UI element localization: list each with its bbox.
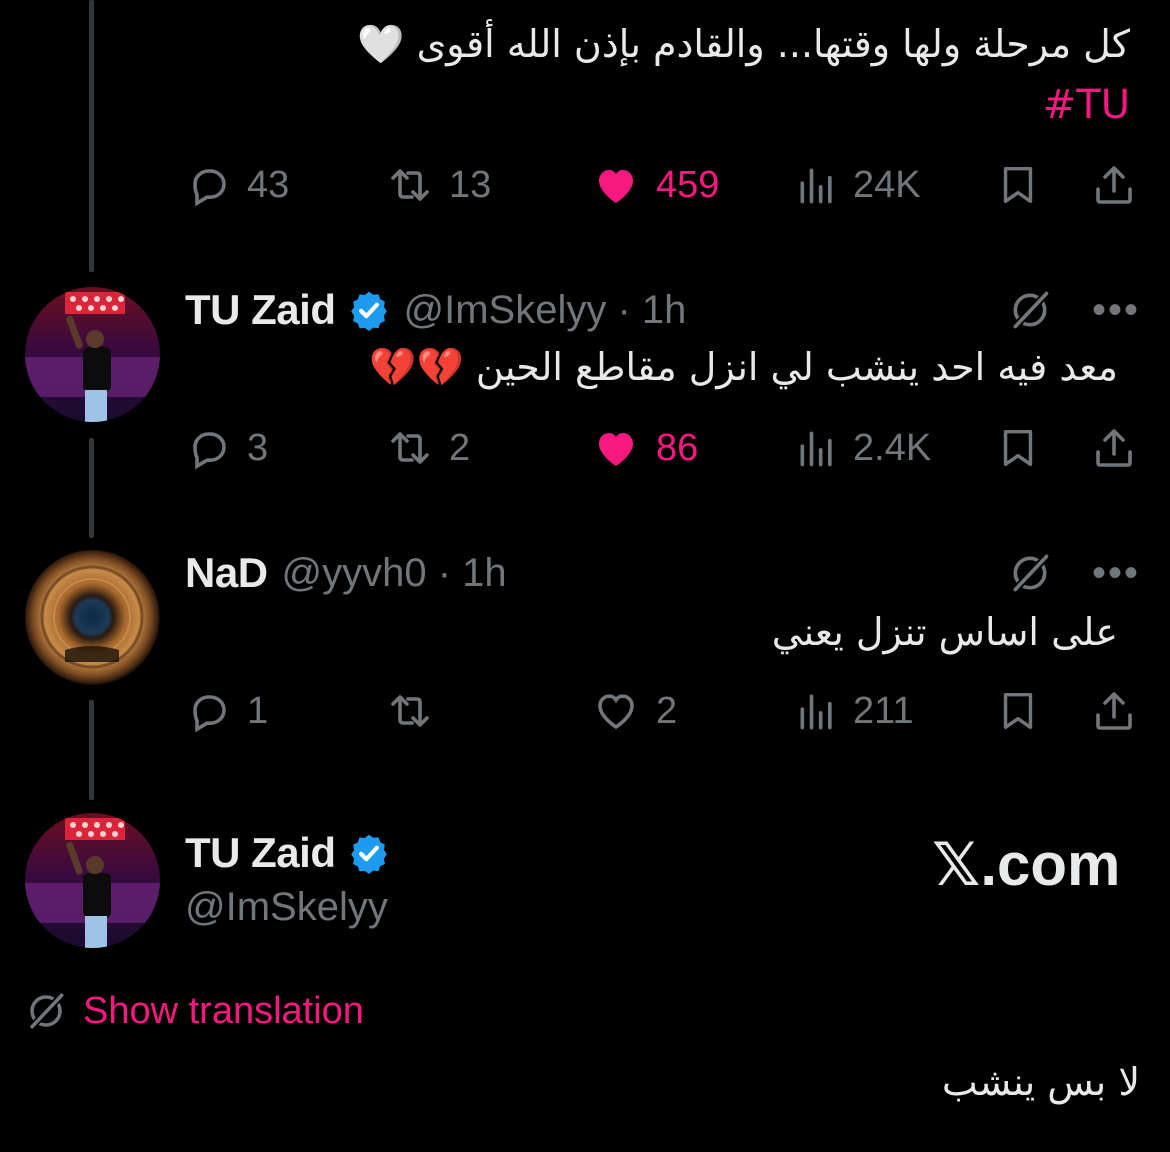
like-count: 2 — [656, 689, 678, 732]
reply-count: 43 — [247, 163, 290, 206]
reply-count: 3 — [247, 426, 269, 469]
repost-button[interactable]: 2 — [385, 418, 470, 478]
views-count: 211 — [853, 689, 914, 732]
like-icon — [599, 170, 633, 203]
tweet-menu: ••• — [1008, 285, 1140, 335]
like-button[interactable]: 459 — [590, 155, 719, 215]
repost-count: 2 — [449, 426, 471, 469]
repost-button[interactable] — [385, 681, 449, 741]
repost-icon — [391, 169, 429, 201]
views-count: 24K — [853, 163, 921, 206]
tweet-actions: 3 2 86 2.4K — [185, 418, 1140, 478]
show-translation-button[interactable]: Show translation — [25, 985, 364, 1037]
views-button[interactable]: 2.4K — [795, 418, 931, 478]
like-count: 459 — [656, 163, 720, 206]
views-icon — [800, 431, 832, 467]
views-button[interactable]: 211 — [795, 681, 914, 741]
share-button[interactable] — [1090, 418, 1138, 478]
handle-time: @ImSkelyy · 1h — [403, 287, 687, 332]
like-count: 86 — [656, 426, 699, 469]
more-icon[interactable]: ••• — [1092, 553, 1140, 593]
bookmark-icon — [1003, 429, 1033, 467]
share-icon — [1096, 429, 1132, 467]
tweet-actions: 1 2 211 — [185, 681, 1140, 741]
bookmark-icon — [1003, 166, 1033, 204]
verified-icon — [350, 834, 387, 874]
tweet-header: TU Zaid — [185, 828, 390, 878]
share-button[interactable] — [1090, 681, 1138, 741]
avatar[interactable] — [25, 550, 160, 685]
reply-count: 1 — [247, 689, 269, 732]
thread-line — [89, 700, 94, 800]
tweet-header: NaD @yyvh0 · 1h — [185, 548, 507, 598]
translate-icon — [29, 992, 65, 1030]
tweet-text: لا بس ينشب — [941, 1060, 1140, 1104]
display-name[interactable]: NaD — [185, 549, 268, 597]
thread-line — [89, 438, 94, 538]
tweet-text: كل مرحلة ولها وقتها... والقادم بإذن الله… — [357, 22, 1130, 66]
more-icon[interactable]: ••• — [1092, 290, 1140, 330]
display-name[interactable]: TU Zaid — [185, 829, 336, 877]
share-button[interactable] — [1090, 155, 1138, 215]
avatar[interactable] — [25, 813, 160, 948]
views-icon — [800, 694, 832, 730]
repost-icon — [391, 432, 429, 464]
thread-line — [89, 0, 94, 272]
bookmark-button[interactable] — [995, 418, 1041, 478]
avatar[interactable] — [25, 287, 160, 422]
tweet-actions: 43 13 459 24K — [185, 155, 1140, 215]
like-icon — [598, 694, 634, 730]
x-watermark: 𝕏.com — [932, 831, 1121, 898]
bookmark-button[interactable] — [995, 681, 1041, 741]
tweet-text: معد فيه احد ينشب لي انزل مقاطع الحين 💔💔 — [369, 345, 1118, 389]
verified-icon — [350, 291, 387, 331]
bookmark-button[interactable] — [995, 155, 1041, 215]
reply-icon — [193, 169, 226, 207]
repost-icon — [391, 695, 429, 727]
tweet-header: TU Zaid @ImSkelyy · 1h — [185, 285, 686, 335]
grok-icon[interactable] — [1008, 288, 1052, 332]
views-button[interactable]: 24K — [795, 155, 921, 215]
tweet-text: على اساس تنزل يعني — [771, 610, 1118, 654]
reply-icon — [193, 695, 226, 733]
share-icon — [1096, 692, 1132, 730]
handle-time: @yyvh0 · 1h — [281, 550, 507, 595]
reply-icon — [193, 432, 226, 470]
show-translation-label: Show translation — [83, 989, 364, 1032]
repost-button[interactable]: 13 — [385, 155, 491, 215]
views-icon — [800, 168, 832, 204]
display-name[interactable]: TU Zaid — [185, 286, 336, 334]
like-button[interactable]: 86 — [590, 418, 698, 478]
like-button[interactable]: 2 — [590, 681, 677, 741]
reply-button[interactable]: 1 — [185, 681, 268, 741]
repost-count: 13 — [449, 163, 492, 206]
reply-button[interactable]: 43 — [185, 155, 289, 215]
views-count: 2.4K — [853, 426, 932, 469]
bookmark-icon — [1003, 692, 1033, 730]
tweet-menu: ••• — [1008, 548, 1140, 598]
share-icon — [1096, 166, 1132, 204]
like-icon — [599, 433, 633, 466]
reply-button[interactable]: 3 — [185, 418, 268, 478]
grok-icon[interactable] — [1008, 551, 1052, 595]
hashtag-link[interactable]: #TU — [1043, 82, 1130, 128]
handle[interactable]: @ImSkelyy — [185, 885, 388, 930]
